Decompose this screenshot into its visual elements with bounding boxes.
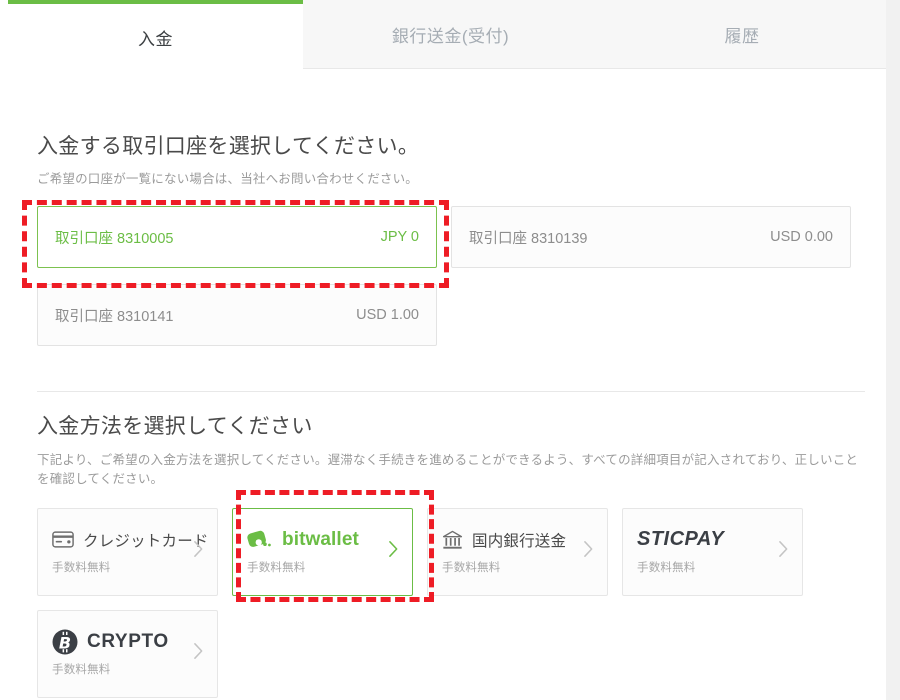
method-card-header: クレジットカード <box>52 526 208 554</box>
tab-bank-transfer-label: 銀行送金(受付) <box>391 27 510 46</box>
method-card-header: B CRYPTO <box>52 628 203 656</box>
account-card-8310139[interactable]: 取引口座 8310139 USD 0.00 <box>451 206 851 269</box>
account-card-label: 取引口座 8310005 <box>55 230 174 247</box>
deposit-method-list: クレジットカード 手数料無料 bitwallet 手数料無料 国内銀行送金 手数… <box>37 507 868 698</box>
tab-bank-transfer[interactable]: 銀行送金(受付) <box>303 0 598 69</box>
account-card-label: 取引口座 8310141 <box>55 308 174 325</box>
method-card-header: bitwallet <box>247 526 398 554</box>
tab-history[interactable]: 履歴 <box>598 0 886 69</box>
bitcoin-icon: B <box>52 629 78 655</box>
chevron-right-icon <box>778 540 789 558</box>
account-card-balance: USD 1.00 <box>356 307 419 324</box>
method-card-bitwallet[interactable]: bitwallet 手数料無料 <box>232 507 413 596</box>
tab-history-label: 履歴 <box>724 27 760 46</box>
account-card-list: 取引口座 8310005 JPY 0 取引口座 8310139 USD 0.00… <box>37 206 865 347</box>
methods-section-title: 入金方法を選択してください <box>37 415 313 438</box>
chevron-right-icon <box>583 540 594 558</box>
method-card-label: bitwallet <box>282 528 359 550</box>
section-divider <box>37 391 865 392</box>
svg-text:B: B <box>59 633 71 652</box>
method-card-fee: 手数料無料 <box>442 561 501 574</box>
accounts-section: 入金する取引口座を選択してください。 ご希望の口座が一覧にない場合は、当社へお問… <box>37 130 865 347</box>
method-card-fee: 手数料無料 <box>52 663 111 676</box>
tab-deposit-label: 入金 <box>138 29 173 49</box>
method-card-crypto[interactable]: B CRYPTO 手数料無料 <box>37 609 218 698</box>
account-card-label: 取引口座 8310139 <box>469 230 588 247</box>
credit-card-icon <box>52 531 74 548</box>
accounts-section-subtitle: ご希望の口座が一覧にない場合は、当社へお問い合わせください。 <box>37 172 419 186</box>
method-card-label: 国内銀行送金 <box>472 532 567 550</box>
method-card-fee: 手数料無料 <box>247 561 306 574</box>
method-card-credit-card[interactable]: クレジットカード 手数料無料 <box>37 507 218 596</box>
chevron-right-icon <box>388 540 399 558</box>
methods-section-subtitle: 下記より、ご希望の入金方法を選択してください。遅滞なく手続きを進めることができる… <box>37 453 859 487</box>
method-card-label: クレジットカード <box>83 532 209 550</box>
method-card-fee: 手数料無料 <box>637 561 696 574</box>
account-card-balance: JPY 0 <box>380 229 419 246</box>
page-right-edge <box>886 0 900 700</box>
accounts-section-title: 入金する取引口座を選択してください。 <box>37 135 420 158</box>
method-card-label: CRYPTO <box>87 630 169 652</box>
method-card-sticpay[interactable]: STICPAY 手数料無料 <box>622 507 803 596</box>
page-left-edge <box>0 0 8 700</box>
bitwallet-logo-icon <box>247 529 273 551</box>
chevron-right-icon <box>193 540 204 558</box>
bank-icon <box>442 530 463 550</box>
page-content: 入金する取引口座を選択してください。 ご希望の口座が一覧にない場合は、当社へお問… <box>8 69 886 700</box>
deposit-page: 入金 銀行送金(受付) 履歴 入金する取引口座を選択してください。 ご希望の口座… <box>0 0 900 700</box>
account-card-8310141[interactable]: 取引口座 8310141 USD 1.00 <box>37 284 437 347</box>
deposit-methods-section: 入金方法を選択してください 下記より、ご希望の入金方法を選択してください。遅滞な… <box>37 410 868 698</box>
account-card-balance: USD 0.00 <box>770 229 833 246</box>
chevron-right-icon <box>193 642 204 660</box>
tab-bar: 入金 銀行送金(受付) 履歴 <box>8 0 886 70</box>
sticpay-wordmark-icon: STICPAY <box>637 528 725 551</box>
method-card-fee: 手数料無料 <box>52 561 111 574</box>
account-card-8310005[interactable]: 取引口座 8310005 JPY 0 <box>37 206 437 269</box>
tab-deposit[interactable]: 入金 <box>8 0 303 70</box>
method-card-header: STICPAY <box>637 526 788 554</box>
method-card-header: 国内銀行送金 <box>442 526 593 554</box>
method-card-domestic-bank-transfer[interactable]: 国内銀行送金 手数料無料 <box>427 507 608 596</box>
